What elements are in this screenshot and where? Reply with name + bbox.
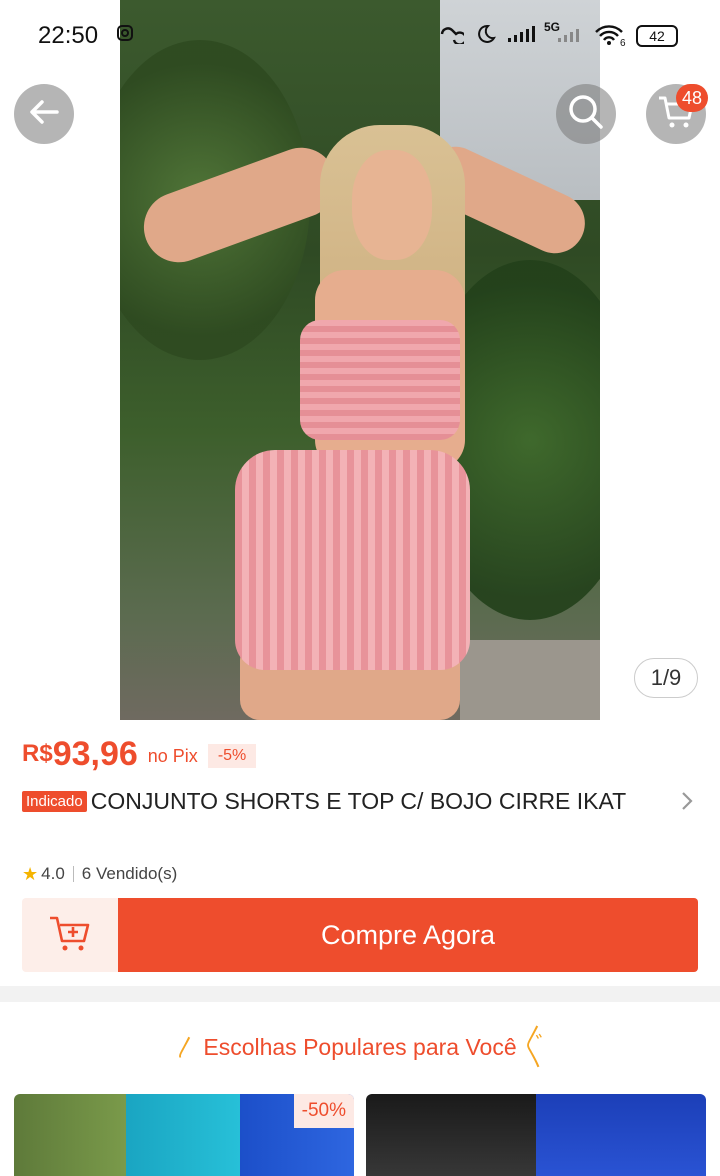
status-bar: 22:50 5G 6 42: [0, 0, 720, 72]
rating-separator: [72, 866, 74, 882]
price-row: R$ 93,96 no Pix -5%: [22, 730, 257, 774]
buy-now-button[interactable]: Compre Agora: [118, 898, 698, 972]
rating-row[interactable]: ★ 4.0 6 Vendido(s): [22, 862, 177, 886]
product-thumb-royal-blue: [536, 1094, 706, 1176]
product-thumb-teal: [126, 1094, 240, 1176]
back-button[interactable]: [14, 84, 74, 144]
chevron-right-icon[interactable]: [680, 790, 694, 818]
search-icon: [566, 92, 606, 137]
model-head: [352, 150, 432, 260]
signal-2-icon: [556, 24, 586, 49]
cart-plus-icon: [48, 913, 92, 958]
moon-icon: [476, 24, 496, 49]
product-title-row[interactable]: Indicado CONJUNTO SHORTS E TOP C/ BOJO C…: [22, 786, 702, 816]
recommended-product-card[interactable]: [366, 1094, 706, 1176]
discount-badge: -50%: [293, 1094, 354, 1128]
buy-bar: Compre Agora: [22, 898, 698, 972]
arrow-left-icon: [25, 93, 63, 136]
signal-icon: [506, 24, 536, 49]
instagram-icon: [116, 24, 134, 47]
wifi-level: 6: [620, 38, 626, 49]
currency-symbol: R$: [22, 740, 53, 767]
product-thumb-green: [14, 1094, 126, 1176]
search-button[interactable]: [556, 84, 616, 144]
discount-badge: -5%: [207, 744, 257, 768]
battery-indicator: 42: [636, 25, 678, 47]
swirl-left-icon: 〳: [174, 1035, 197, 1060]
clock: 22:50: [38, 22, 99, 49]
sync-icon: [438, 24, 468, 49]
photo-ground: [460, 640, 600, 720]
image-pager: 1/9: [634, 658, 698, 698]
star-icon: ★: [22, 863, 39, 884]
recommended-tag: Indicado: [22, 790, 87, 812]
payment-note: no Pix: [147, 746, 198, 766]
section-divider: [0, 986, 720, 1002]
recommended-product-card[interactable]: -50%: [14, 1094, 354, 1176]
swirl-right-icon: 〲: [523, 1035, 546, 1060]
product-price: 93,96: [52, 735, 138, 773]
product-photo[interactable]: [120, 0, 600, 720]
sold-count: 6 Vendido(s): [81, 864, 178, 883]
product-title: CONJUNTO SHORTS E TOP C/ BOJO CIRRE IKAT: [90, 787, 627, 814]
model-top: [300, 320, 460, 440]
product-thumb-black: [366, 1094, 536, 1176]
recommendations-title: Escolhas Populares para Você: [203, 1034, 517, 1060]
model-shorts: [235, 450, 470, 670]
add-to-cart-button[interactable]: [22, 898, 118, 972]
rating-value: 4.0: [41, 864, 65, 883]
cart-count-badge: 48: [676, 84, 708, 112]
recommendations-header: 〳 Escolhas Populares para Você 〲: [0, 1030, 720, 1062]
